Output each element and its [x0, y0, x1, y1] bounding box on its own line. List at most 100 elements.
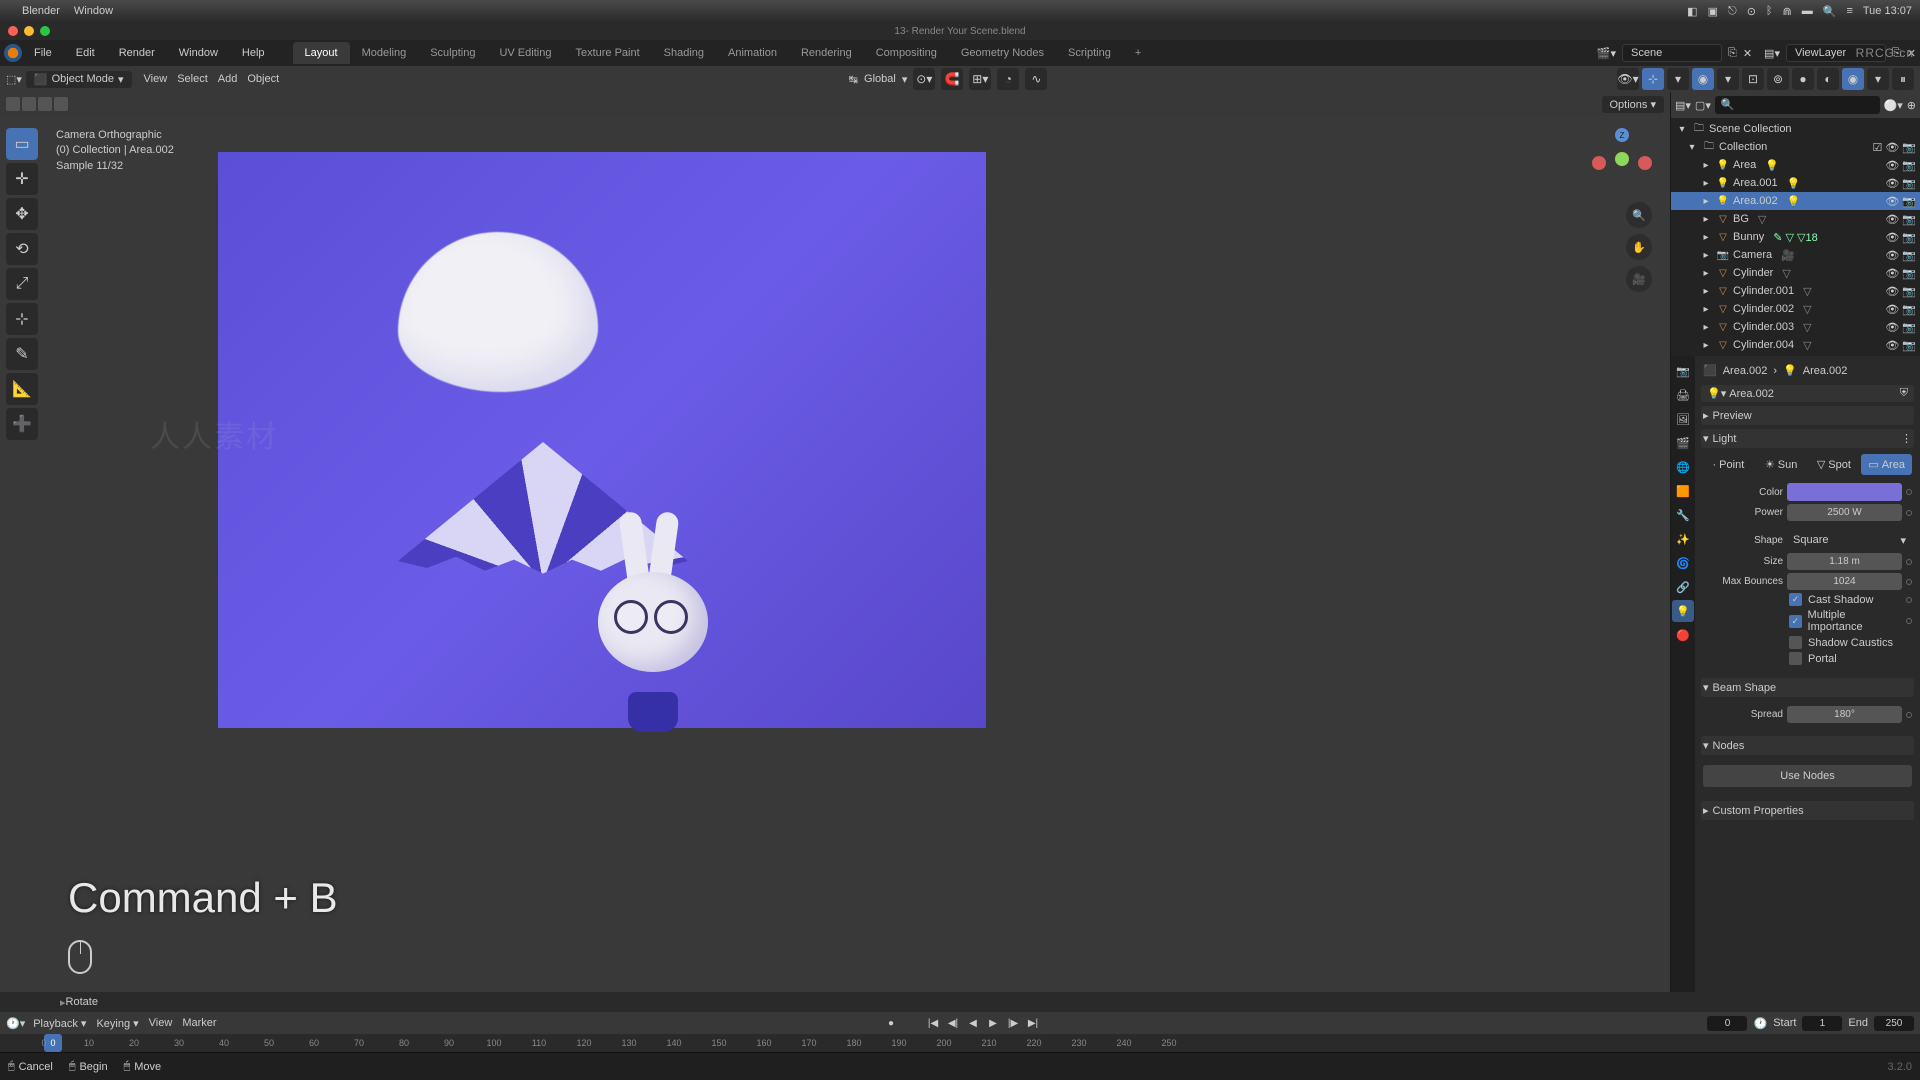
shading-material-button[interactable]: ◐: [1817, 68, 1839, 90]
select-mode-1[interactable]: [6, 97, 20, 111]
workspace-tab-layout[interactable]: Layout: [293, 42, 350, 64]
tree-row[interactable]: ▸▽Cylinder.004▽👁📷: [1671, 336, 1920, 354]
gizmo-x-axis[interactable]: [1592, 156, 1606, 170]
window-menu[interactable]: Window: [173, 43, 224, 63]
panel-light[interactable]: ▾Light⋮: [1701, 429, 1914, 448]
props-tab-viewlayer[interactable]: 🖼: [1672, 408, 1694, 430]
workspace-tab-compositing[interactable]: Compositing: [864, 42, 949, 64]
camera-view-button[interactable]: 🎥: [1626, 266, 1652, 292]
end-frame-input[interactable]: 250: [1874, 1016, 1914, 1031]
spread-input[interactable]: 180°: [1787, 706, 1902, 723]
props-tab-output[interactable]: 🖨: [1672, 384, 1694, 406]
data-name-field[interactable]: 💡▾ Area.002 ⛨: [1701, 385, 1914, 402]
options-dropdown[interactable]: Options ▾: [1602, 96, 1665, 113]
current-frame-input[interactable]: 0: [1707, 1016, 1747, 1031]
new-collection-button[interactable]: ⊕: [1907, 99, 1916, 112]
timeline-view-menu[interactable]: View: [149, 1017, 173, 1030]
pan-button[interactable]: ✋: [1626, 234, 1652, 260]
menubar-icon[interactable]: ⎋: [1728, 5, 1737, 18]
pause-render-button[interactable]: ⏸: [1892, 68, 1914, 90]
navigation-gizmo[interactable]: Z: [1592, 128, 1652, 188]
gizmo-y-axis[interactable]: [1615, 152, 1629, 166]
tree-row[interactable]: ▸▽Cylinder▽👁📷: [1671, 264, 1920, 282]
outliner-type-button[interactable]: ▤▾: [1675, 99, 1691, 112]
mac-window-menu[interactable]: Window: [74, 5, 113, 17]
add-workspace-button[interactable]: +: [1123, 42, 1153, 64]
jump-end-button[interactable]: ▶|: [1024, 1014, 1042, 1032]
select-mode-2[interactable]: [22, 97, 36, 111]
snap-button[interactable]: 🧲: [941, 68, 963, 90]
props-tab-object[interactable]: 🟧: [1672, 480, 1694, 502]
keyframe-dot[interactable]: [1906, 618, 1912, 624]
light-type-area[interactable]: ▭Area: [1861, 454, 1912, 475]
viewport[interactable]: Options ▾ ▭ ✛ ✥ ⟲ ⤢ ⊹ ✎ 📐 ➕ Camera Ortho…: [0, 92, 1670, 992]
editor-type-button[interactable]: ⬚▾: [6, 73, 22, 86]
play-button[interactable]: ▶: [984, 1014, 1002, 1032]
snap-target-button[interactable]: ⊞▾: [969, 68, 991, 90]
object-menu[interactable]: Object: [247, 73, 279, 85]
select-menu[interactable]: Select: [177, 73, 208, 85]
scene-browse-icon[interactable]: 🎬▾: [1597, 47, 1616, 60]
menubar-icon[interactable]: ⊙: [1747, 5, 1756, 18]
multiple-importance-checkbox[interactable]: ✓: [1789, 615, 1802, 628]
props-tab-world[interactable]: 🌐: [1672, 456, 1694, 478]
workspace-tab-geonodes[interactable]: Geometry Nodes: [949, 42, 1056, 64]
pivot-button[interactable]: ⊙▾: [913, 68, 935, 90]
tree-row[interactable]: ▸📷Camera🎥👁📷: [1671, 246, 1920, 264]
scene-delete-button[interactable]: ✕: [1743, 47, 1752, 60]
gizmo-z-axis[interactable]: Z: [1615, 128, 1629, 142]
scale-tool[interactable]: ⤢: [6, 268, 38, 300]
scene-new-button[interactable]: ⎘: [1728, 47, 1737, 60]
help-menu[interactable]: Help: [236, 43, 271, 63]
tree-row[interactable]: ▸💡Area💡👁📷: [1671, 156, 1920, 174]
shading-rendered-button[interactable]: ◉: [1842, 68, 1864, 90]
props-tab-modifiers[interactable]: 🔧: [1672, 504, 1694, 526]
render-menu[interactable]: Render: [113, 43, 161, 63]
proportional-edit-button[interactable]: ◔: [997, 68, 1019, 90]
props-tab-physics[interactable]: 🌀: [1672, 552, 1694, 574]
panel-preview[interactable]: ▸Preview: [1701, 406, 1914, 425]
light-type-sun[interactable]: ☀Sun: [1756, 454, 1807, 475]
workspace-tab-sculpting[interactable]: Sculpting: [418, 42, 487, 64]
spotlight-icon[interactable]: 🔍: [1823, 5, 1837, 18]
marker-menu[interactable]: Marker: [182, 1017, 216, 1030]
battery-icon[interactable]: ▬: [1802, 5, 1813, 17]
keying-menu[interactable]: Keying ▾: [96, 1017, 138, 1030]
close-window-button[interactable]: [8, 26, 18, 36]
move-tool[interactable]: ✥: [6, 198, 38, 230]
bluetooth-icon[interactable]: ᛒ: [1766, 5, 1773, 17]
select-mode-3[interactable]: [38, 97, 52, 111]
max-bounces-input[interactable]: 1024: [1787, 573, 1902, 590]
gizmo-options-button[interactable]: ▾: [1667, 68, 1689, 90]
workspace-tab-scripting[interactable]: Scripting: [1056, 42, 1123, 64]
mac-app-name[interactable]: Blender: [22, 5, 60, 17]
shadow-caustics-checkbox[interactable]: [1789, 636, 1802, 649]
shading-options-button[interactable]: ▾: [1867, 68, 1889, 90]
tree-row[interactable]: ▸▽Cylinder.003▽👁📷: [1671, 318, 1920, 336]
transform-tool[interactable]: ⊹: [6, 303, 38, 335]
keyframe-dot[interactable]: [1906, 597, 1912, 603]
cast-shadow-checkbox[interactable]: ✓: [1789, 593, 1802, 606]
overlays-options-button[interactable]: ▾: [1717, 68, 1739, 90]
use-nodes-button[interactable]: Use Nodes: [1703, 765, 1912, 787]
overlays-toggle-button[interactable]: ◉: [1692, 68, 1714, 90]
workspace-tab-rendering[interactable]: Rendering: [789, 42, 864, 64]
keyframe-dot[interactable]: [1906, 510, 1912, 516]
light-shape-select[interactable]: Square▾: [1787, 531, 1912, 550]
jump-next-key-button[interactable]: |▶: [1004, 1014, 1022, 1032]
tree-row[interactable]: ▸▽Bunny✎ ▽ ▽18👁📷: [1671, 228, 1920, 246]
workspace-tab-modeling[interactable]: Modeling: [350, 42, 419, 64]
clock-icon[interactable]: 🕐: [1753, 1017, 1767, 1030]
file-menu[interactable]: File: [28, 43, 58, 63]
control-center-icon[interactable]: ≡: [1846, 5, 1852, 17]
jump-start-button[interactable]: |◀: [924, 1014, 942, 1032]
menubar-icon[interactable]: ◧: [1687, 5, 1697, 18]
timeline-ruler[interactable]: 0 01020304050607080901001101201301401501…: [0, 1034, 1920, 1052]
select-mode-4[interactable]: [54, 97, 68, 111]
measure-tool[interactable]: 📐: [6, 373, 38, 405]
light-power-input[interactable]: 2500 W: [1787, 504, 1902, 521]
viewlayer-browse-icon[interactable]: ▤▾: [1764, 47, 1780, 60]
orientation-icon[interactable]: ↹: [849, 73, 858, 86]
keyframe-dot[interactable]: [1906, 579, 1912, 585]
gizmo-neg-x-axis[interactable]: [1638, 156, 1652, 170]
